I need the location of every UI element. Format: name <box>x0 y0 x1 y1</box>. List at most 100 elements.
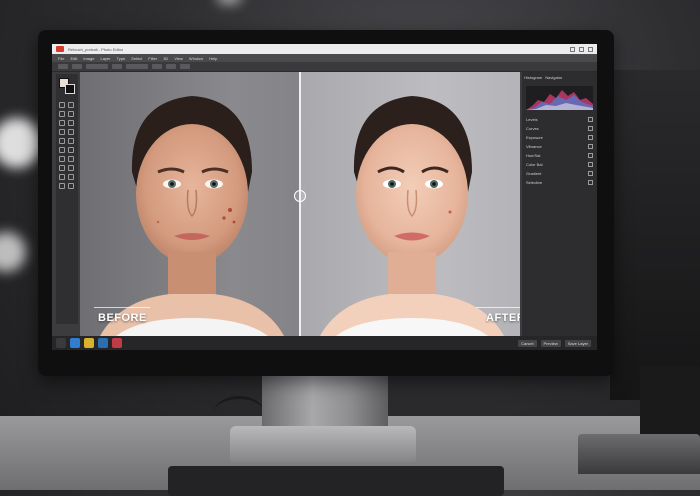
panel-tabs: Histogram Navigator <box>524 74 595 81</box>
adjustment-icon[interactable] <box>588 116 593 122</box>
background-color-swatch[interactable] <box>65 84 75 94</box>
adjustment-icon[interactable] <box>588 134 593 140</box>
adjustment-row[interactable]: Gradient <box>526 170 593 176</box>
adjustment-label: Vibrance <box>526 143 542 149</box>
right-panels: Histogram Navigator Levels Curves Exposure… <box>522 72 597 336</box>
menu-item-filter[interactable]: Filter <box>148 56 157 61</box>
adjustment-icon[interactable] <box>588 161 593 167</box>
adjustment-label: Levels <box>526 116 538 122</box>
pressure-button[interactable] <box>180 64 190 69</box>
adjustment-label: Curves <box>526 125 539 131</box>
menu-item-layer[interactable]: Layer <box>100 56 110 61</box>
app-icon[interactable] <box>56 338 66 348</box>
adjustment-row[interactable]: Curves <box>526 125 593 131</box>
preview-button[interactable]: Preview <box>540 339 561 347</box>
tab-histogram[interactable]: Histogram <box>524 75 542 80</box>
crop-tool-icon[interactable] <box>59 120 65 126</box>
path-select-tool-icon[interactable] <box>59 174 65 180</box>
adjustment-label: Exposure <box>526 134 543 140</box>
sample-button[interactable] <box>166 64 176 69</box>
adjustment-row[interactable]: Exposure <box>526 134 593 140</box>
image-icon[interactable] <box>98 338 108 348</box>
hand-tool-icon[interactable] <box>59 183 65 189</box>
file-icon[interactable] <box>70 338 80 348</box>
adjustment-row[interactable]: Levels <box>526 116 593 122</box>
after-label: AFTER <box>486 312 520 324</box>
gallery-icon[interactable] <box>112 338 122 348</box>
brush-tool-icon[interactable] <box>68 129 74 135</box>
cancel-button[interactable]: Cancel <box>518 339 537 347</box>
before-label: BEFORE <box>98 312 147 324</box>
opacity-button[interactable] <box>112 64 122 69</box>
save-layer-button[interactable]: Save Layer <box>564 339 591 347</box>
tool-preset-button[interactable] <box>58 64 68 69</box>
history-brush-tool-icon[interactable] <box>68 138 74 144</box>
eraser-tool-icon[interactable] <box>59 147 65 153</box>
menu-bar: File Edit Image Layer Type Select Filter 3D View… <box>52 54 597 62</box>
divider-handle[interactable] <box>294 190 306 202</box>
adjustment-icon[interactable] <box>588 179 593 185</box>
menu-item-type[interactable]: Type <box>117 56 126 61</box>
keyboard <box>168 466 504 496</box>
window-titlebar: Retouch_portrait - Photo Editor <box>52 44 597 54</box>
monitor-stand-foot <box>230 426 416 462</box>
window-title: Retouch_portrait - Photo Editor <box>68 46 124 52</box>
adjustment-icon[interactable] <box>588 152 593 158</box>
mode-dropdown[interactable] <box>86 64 108 69</box>
background-shelf <box>610 70 700 400</box>
menu-item-select[interactable]: Select <box>131 56 142 61</box>
app-icon <box>56 46 64 52</box>
adjustment-row[interactable]: Selective <box>526 179 593 185</box>
zoom-tool-icon[interactable] <box>68 183 74 189</box>
adjustment-row[interactable]: Color Bal <box>526 161 593 167</box>
gradient-tool-icon[interactable] <box>68 147 74 153</box>
adjustment-icon[interactable] <box>588 125 593 131</box>
bokeh-light <box>0 232 26 272</box>
menu-item-edit[interactable]: Edit <box>70 56 77 61</box>
adjustment-row[interactable]: Vibrance <box>526 143 593 149</box>
pen-tool-icon[interactable] <box>59 165 65 171</box>
lasso-tool-icon[interactable] <box>59 111 65 117</box>
document-canvas[interactable]: BEFORE AFTE <box>80 72 520 336</box>
flow-dropdown[interactable] <box>126 64 148 69</box>
menu-item-view[interactable]: View <box>174 56 183 61</box>
type-tool-icon[interactable] <box>68 165 74 171</box>
shape-tool-icon[interactable] <box>68 174 74 180</box>
desk-cable <box>214 396 264 429</box>
comparison-divider[interactable] <box>299 72 301 336</box>
status-buttons: Cancel Preview Save Layer <box>518 339 591 347</box>
brush-size-button[interactable] <box>72 64 82 69</box>
menu-item-image[interactable]: Image <box>83 56 94 61</box>
marquee-tool-icon[interactable] <box>68 102 74 108</box>
after-image: AFTER <box>300 72 520 336</box>
minimize-icon[interactable] <box>570 46 575 52</box>
maximize-icon[interactable] <box>579 46 584 52</box>
adjustment-label: Hue/Sat <box>526 152 541 158</box>
healing-tool-icon[interactable] <box>59 129 65 135</box>
status-bar: Cancel Preview Save Layer <box>52 336 597 350</box>
adjustment-row[interactable]: Hue/Sat <box>526 152 593 158</box>
quick-select-tool-icon[interactable] <box>68 111 74 117</box>
bokeh-light <box>216 0 242 4</box>
menu-item-help[interactable]: Help <box>209 56 217 61</box>
menu-item-window[interactable]: Window <box>189 56 203 61</box>
adjustment-label: Color Bal <box>526 161 543 167</box>
airbrush-button[interactable] <box>152 64 162 69</box>
close-icon[interactable] <box>588 46 593 52</box>
tab-navigator[interactable]: Navigator <box>545 75 562 80</box>
move-tool-icon[interactable] <box>59 102 65 108</box>
menu-item-file[interactable]: File <box>58 56 64 61</box>
adjustment-icon[interactable] <box>588 170 593 176</box>
dodge-tool-icon[interactable] <box>68 156 74 162</box>
clone-stamp-tool-icon[interactable] <box>59 138 65 144</box>
adjustment-icon[interactable] <box>588 143 593 149</box>
photoshop-icon[interactable] <box>84 338 94 348</box>
eyedropper-tool-icon[interactable] <box>68 120 74 126</box>
tools-panel <box>56 74 78 324</box>
portrait-after <box>320 96 504 336</box>
adjustment-label: Selective <box>526 179 543 185</box>
menu-item-3d[interactable]: 3D <box>163 56 168 61</box>
before-label-line <box>94 307 150 308</box>
editor-screen: Retouch_portrait - Photo Editor File Edit… <box>52 44 597 350</box>
blur-tool-icon[interactable] <box>59 156 65 162</box>
